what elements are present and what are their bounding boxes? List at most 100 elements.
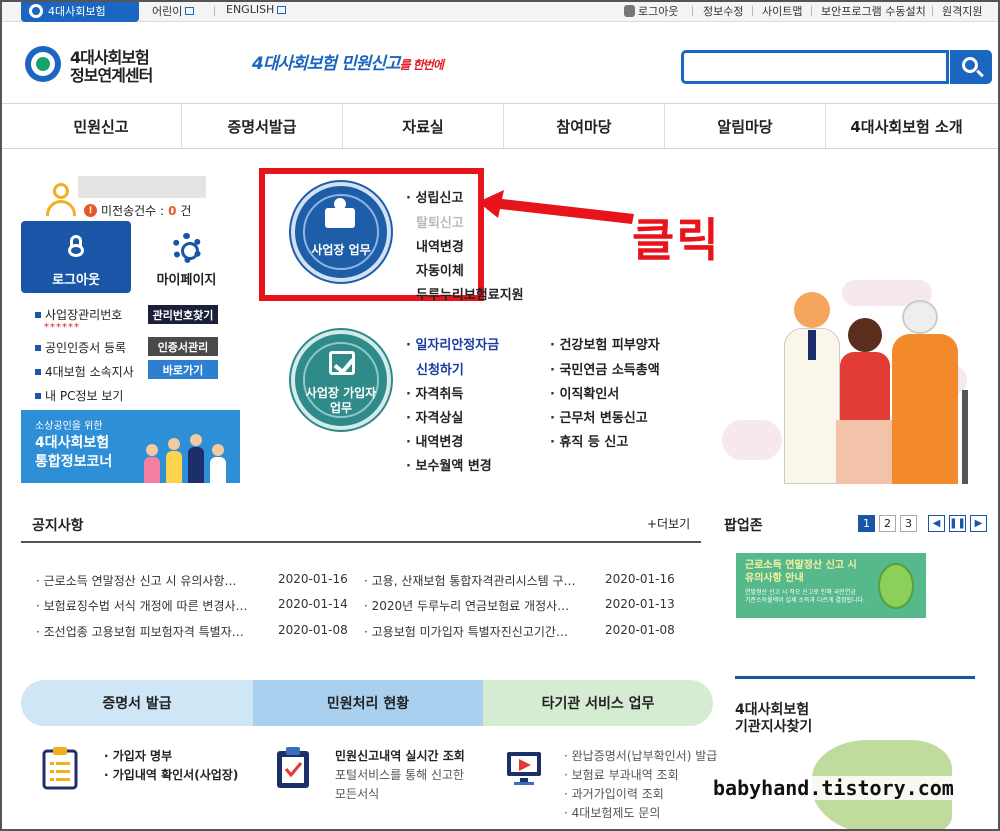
durunuri-support-link[interactable]: 두루누리보험료지원 [416, 284, 524, 303]
mypage-button[interactable]: 마이페이지 [133, 221, 240, 293]
nav-resources[interactable]: 자료실 [343, 104, 504, 148]
popup-banner[interactable]: 근로소득 연말정산 신고 시 유의사항 안내 연말정산 신고 시 작오 신고로 인… [736, 553, 926, 618]
prev-icon[interactable]: ◀ [928, 515, 945, 532]
user-name-redacted [78, 176, 206, 198]
site-logo[interactable]: 4대사회보험 정보연계센터 [70, 49, 153, 85]
notice-item[interactable]: 2020년 두루누리 연금보험료 개정사… [364, 597, 570, 614]
branch-finder-title[interactable]: 4대사회보험 기관지사찾기 [735, 702, 812, 736]
divider [21, 541, 701, 543]
separation-certificate-link[interactable]: 이직확인서 [550, 383, 619, 402]
pc-info-link[interactable]: 내 PC정보 보기 [35, 387, 123, 404]
lock-icon [624, 5, 635, 17]
security-install-link[interactable]: 보안프로그램 수동설치 [821, 3, 926, 19]
member-roster-link[interactable]: 가입자 명부 [104, 747, 172, 764]
alert-icon: ! [84, 204, 97, 217]
watermark: babyhand.tistory.com [711, 776, 956, 800]
next-icon[interactable]: ▶ [970, 515, 987, 532]
user-icon [46, 183, 76, 217]
popup-page-3[interactable]: 3 [900, 515, 917, 532]
popup-page-1[interactable]: 1 [858, 515, 875, 532]
workers-illustration [722, 270, 974, 484]
main-nav: 민원신고 증명서발급 자료실 참여마당 알림마당 4대사회보험 소개 [0, 103, 1000, 149]
premium-inquiry-link[interactable]: 보험료 부과내역 조회 [564, 766, 679, 783]
monthly-pay-change-link[interactable]: 보수월액 변경 [406, 455, 491, 474]
tab-processing-status[interactable]: 민원처리 현황 [253, 680, 483, 726]
enrollee-detail-change-link[interactable]: 내역변경 [406, 431, 463, 450]
sitemap-link[interactable]: 사이트맵 [762, 3, 802, 19]
logo-icon [29, 4, 43, 18]
enrollee-task-circle[interactable]: 사업장 가입자 업무 [291, 330, 391, 430]
certificate-manage-button[interactable]: 인증서관리 [148, 337, 218, 356]
divider [752, 6, 753, 16]
notice-item[interactable]: 근로소득 연말정산 신고 시 유의사항… [36, 572, 237, 589]
go-branch-button[interactable]: 바로가기 [148, 360, 218, 379]
system-inquiry-link[interactable]: 4대보험제도 문의 [564, 804, 661, 821]
nav-notices[interactable]: 알림마당 [665, 104, 826, 148]
notice-date: 2020-01-16 [605, 572, 675, 586]
monitor-icon [507, 752, 541, 785]
divider [214, 6, 215, 16]
external-link-icon [277, 5, 287, 14]
past-history-link[interactable]: 과거가입이력 조회 [564, 785, 664, 802]
portal-desc-2: 모든서식 [335, 787, 380, 801]
remote-support-link[interactable]: 원격지원 [942, 3, 982, 19]
kids-link[interactable]: 어린이 [152, 3, 195, 19]
search-button[interactable] [950, 50, 992, 84]
search-input[interactable] [681, 50, 949, 84]
brand-tab-label: 4대사회보험 [48, 5, 106, 18]
qualification-loss-link[interactable]: 자격상실 [406, 407, 463, 426]
mascot-icon [878, 563, 914, 609]
logout-button[interactable]: 로그아웃 [21, 221, 131, 293]
nav-certificates[interactable]: 증명서발급 [182, 104, 343, 148]
auto-transfer-link[interactable]: 자동이체 [416, 260, 464, 279]
find-number-button[interactable]: 관리번호찾기 [148, 305, 218, 324]
brand-tab[interactable]: 4대사회보험 [21, 0, 139, 22]
portal-desc: 포털서비스를 통해 신고한 [335, 768, 465, 782]
notice-date: 2020-01-08 [605, 623, 675, 637]
health-dependent-link[interactable]: 건강보험 피부양자 [550, 334, 659, 353]
workplace-change-link[interactable]: 근무처 변동신고 [550, 407, 647, 426]
click-annotation: 클릭 [632, 213, 721, 267]
notice-date: 2020-01-08 [278, 623, 348, 637]
people-illustration [140, 421, 232, 483]
notice-more-link[interactable]: +더보기 [647, 515, 690, 532]
edit-info-link[interactable]: 정보수정 [703, 3, 743, 19]
pause-icon[interactable]: ❚❚ [949, 515, 966, 532]
clipboard-list-icon [42, 747, 78, 790]
notice-date: 2020-01-16 [278, 572, 348, 586]
divider [735, 676, 975, 679]
establishment-report-link[interactable]: 성립신고 [406, 187, 463, 206]
service-tabs: 증명서 발급 민원처리 현황 타기관 서비스 업무 [21, 680, 713, 726]
withdrawal-report-link[interactable]: 탈퇴신고 [416, 212, 464, 231]
payment-certificate-link[interactable]: 완납증명서(납부확인서) 발급 [564, 747, 718, 764]
popup-page-2[interactable]: 2 [879, 515, 896, 532]
tab-other-agency[interactable]: 타기관 서비스 업무 [483, 680, 713, 726]
notice-item[interactable]: 고용보험 미가입자 특별자진신고기간… [364, 623, 568, 640]
small-business-banner[interactable]: 소상공인을 위한 4대사회보험 통합정보코너 [21, 410, 240, 483]
logout-link[interactable]: 로그아웃 [624, 3, 678, 19]
nav-about[interactable]: 4대사회보험 소개 [826, 104, 987, 148]
logo-icon[interactable] [25, 46, 61, 82]
nav-complaint-report[interactable]: 민원신고 [21, 104, 182, 148]
apply-link[interactable]: 신청하기 [416, 359, 464, 378]
notice-date: 2020-01-14 [278, 597, 348, 611]
leave-report-link[interactable]: 휴직 등 신고 [550, 431, 628, 450]
notice-item[interactable]: 조선업종 고용보험 피보험자격 특별자… [36, 623, 244, 640]
notice-title: 공지사항 [32, 518, 84, 534]
notice-item[interactable]: 고용, 산재보험 통합자격관리시스템 구… [364, 572, 576, 589]
lock-open-icon [68, 235, 84, 257]
realtime-inquiry-link[interactable]: 민원신고내역 실시간 조회 [335, 747, 465, 764]
popup-zone-title: 팝업존 [724, 518, 763, 534]
job-stability-fund-link[interactable]: 일자리안정자금 [406, 334, 499, 353]
detail-change-link[interactable]: 내역변경 [416, 236, 464, 255]
qualification-acquire-link[interactable]: 자격취득 [406, 383, 463, 402]
notice-item[interactable]: 보험료징수법 서식 개정에 따른 변경사… [36, 597, 248, 614]
tab-certificates[interactable]: 증명서 발급 [21, 680, 253, 726]
english-link[interactable]: ENGLISH [226, 3, 287, 16]
nav-participation[interactable]: 참여마당 [504, 104, 665, 148]
pension-income-link[interactable]: 국민연금 소득총액 [550, 359, 659, 378]
gear-icon [172, 233, 202, 263]
divider [932, 6, 933, 16]
branch-label: 4대보험 소속지사 [35, 363, 134, 380]
enrollment-confirmation-link[interactable]: 가입내역 확인서(사업장) [104, 766, 239, 783]
